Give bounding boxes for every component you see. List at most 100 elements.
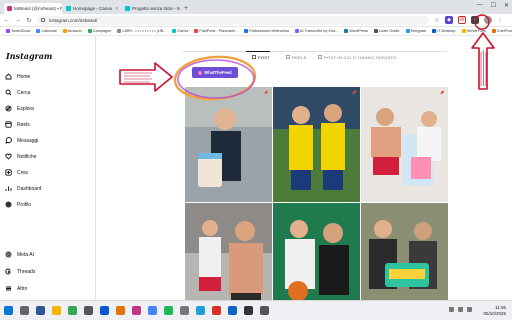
bookmark-favicon-icon: [172, 29, 177, 33]
browser-tab[interactable]: Progetto senza titolo - Mocku...×: [122, 3, 180, 14]
nav-item-label: Dashboard: [17, 185, 42, 192]
bookmark-item[interactable]: CoinProduct...: [491, 29, 512, 33]
nav-item-profilo[interactable]: Profilo: [5, 200, 31, 209]
taskbar-app-icon[interactable]: [52, 306, 61, 315]
messenger-icon: [5, 137, 12, 144]
taskbar-app-icon[interactable]: [100, 306, 109, 315]
url-field[interactable]: instagram.com/mrbeast/: [37, 15, 429, 25]
grid-post[interactable]: 📌: [273, 87, 360, 202]
bookmark-item[interactable]: LIBRI - • • • • • • • • • (UB...: [117, 29, 166, 33]
bookmark-item[interactable]: WordPress: [344, 29, 368, 33]
whatthefeed-button[interactable]: WhatTheFeed: [192, 67, 238, 78]
back-icon[interactable]: ←: [4, 17, 10, 23]
grid-post[interactable]: 📌: [185, 87, 272, 202]
pin-icon: 📌: [351, 90, 357, 95]
compass-icon: [5, 105, 12, 112]
address-bar: ← → ↻ instagram.com/mrbeast/ ☆ ◆ W ▪ ⋮: [0, 14, 512, 27]
nav-item-label: Reels: [17, 121, 30, 128]
nav-item-altro[interactable]: Altro: [5, 284, 27, 293]
maximize-icon[interactable]: ☐: [491, 2, 496, 9]
bookmark-item[interactable]: AI Transcribe by Sna...: [294, 29, 339, 33]
nav-item-home[interactable]: Home: [5, 72, 30, 81]
tab-favicon-icon: [7, 6, 12, 11]
extension-icon[interactable]: ◆: [445, 16, 453, 24]
bookmark-label: Campagne: [92, 29, 112, 33]
browser-tab[interactable]: Homepage - Canva ×: [63, 3, 121, 14]
taskbar-app-icon[interactable]: [132, 306, 141, 315]
grid-icon: [252, 55, 256, 60]
bookmark-item[interactable]: FastPods - Panorami...: [194, 29, 238, 33]
bookmark-item[interactable]: Calendar: [36, 29, 57, 33]
bookmark-label: Amazon: [67, 29, 82, 33]
taskbar-app-icon[interactable]: [36, 306, 45, 315]
whatthefeed-extension-icon[interactable]: W: [458, 16, 466, 24]
bookmark-item[interactable]: Amazon: [62, 29, 82, 33]
taskbar-app-icon[interactable]: [116, 306, 125, 315]
tab-post[interactable]: POST IN CUI TI HANNO TAGGATO: [318, 55, 396, 60]
heart-icon: [5, 153, 12, 160]
threads-icon: [5, 268, 12, 275]
bookmark-favicon-icon: [244, 29, 249, 33]
bookmark-item[interactable]: Fatturazione elettronica: [244, 29, 289, 33]
window-controls: — ☐ ✕: [477, 2, 509, 9]
taskbar-app-icon[interactable]: [228, 306, 237, 315]
forward-icon[interactable]: →: [15, 17, 21, 23]
taskbar-app-icon[interactable]: [84, 306, 93, 315]
tab-post[interactable]: POST: [252, 55, 270, 60]
bookmark-item[interactable]: TwitchDocs: [6, 29, 30, 33]
close-icon[interactable]: ✕: [504, 2, 509, 9]
nav-item-meta-ai[interactable]: Meta AI: [5, 250, 34, 259]
post-thumbnail: [185, 203, 272, 300]
bookmark-item[interactable]: Lister Guide: [374, 29, 400, 33]
nav-item-messaggi[interactable]: Messaggi: [5, 136, 38, 145]
taskbar-app-icon[interactable]: [196, 306, 205, 315]
bookmark-item[interactable]: Campagne: [87, 29, 112, 33]
grid-post[interactable]: [361, 203, 448, 300]
taskbar-app-icon[interactable]: [164, 306, 173, 315]
nav-item-crea[interactable]: Crea: [5, 168, 28, 177]
nav-item-esplora[interactable]: Esplora: [5, 104, 34, 113]
system-tray-icons[interactable]: [449, 307, 472, 312]
bookmark-item[interactable]: Canva: [172, 29, 188, 33]
extensions-puzzle-icon[interactable]: ▪: [471, 16, 479, 24]
post-thumbnail: [273, 203, 360, 300]
taskbar-app-icon[interactable]: [244, 306, 253, 315]
taskbar-app-icon[interactable]: [148, 306, 157, 315]
bookmark-label: AI Transcribe by Sna...: [299, 29, 339, 33]
site-info-icon[interactable]: [41, 17, 45, 22]
nav-item-dashboard[interactable]: Dashboard: [5, 184, 41, 193]
grid-post[interactable]: [273, 203, 360, 300]
whatthefeed-button-label: WhatTheFeed: [204, 70, 232, 75]
new-tab-button[interactable]: +: [181, 3, 191, 14]
taskbar-app-icon[interactable]: [68, 306, 77, 315]
browser-tab[interactable]: MrBeast (@mrbeast) • Foto e v...×: [4, 3, 62, 14]
post-thumbnail: [361, 203, 448, 300]
taskbar-app-icon[interactable]: [4, 306, 13, 315]
nav-item-reels[interactable]: Reels: [5, 120, 30, 129]
bookmark-item[interactable]: ServerFiles: [461, 29, 486, 33]
taskbar-app-icon[interactable]: [212, 306, 221, 315]
bookmark-label: Canva: [177, 29, 189, 33]
reload-icon[interactable]: ↻: [26, 17, 32, 24]
profile-avatar-icon[interactable]: [484, 16, 492, 24]
instagram-logo[interactable]: Instagram: [6, 51, 52, 61]
nav-item-cerca[interactable]: Cerca: [5, 88, 30, 97]
instagram-sidebar: Instagram Home Cerca Esplora Reels Messaggi N…: [0, 36, 96, 300]
bookmark-item[interactable]: Telegram: [405, 29, 426, 33]
tab-close-icon[interactable]: ×: [115, 6, 118, 12]
bookmarks-bar: TwitchDocs Calendar Amazon Campagne LIBRI - …: [0, 27, 512, 36]
dashboard-icon: [5, 185, 12, 192]
nav-item-threads[interactable]: Threads: [5, 267, 35, 276]
grid-post[interactable]: 📌: [361, 87, 448, 202]
taskbar-app-icon[interactable]: [260, 306, 269, 315]
nav-item-notifiche[interactable]: Notifiche: [5, 152, 36, 161]
bookmark-star-icon[interactable]: ☆: [434, 17, 440, 24]
minimize-icon[interactable]: —: [477, 2, 483, 9]
bookmark-item[interactable]: IT-Desktop: [432, 29, 456, 33]
taskbar-app-icon[interactable]: [20, 306, 29, 315]
grid-post[interactable]: [185, 203, 272, 300]
clock[interactable]: 11:06 05/10/2025: [483, 305, 506, 317]
tab-reels[interactable]: REELS: [286, 55, 307, 60]
taskbar-app-icon[interactable]: [180, 306, 189, 315]
browser-menu-icon[interactable]: ⋮: [497, 17, 503, 24]
